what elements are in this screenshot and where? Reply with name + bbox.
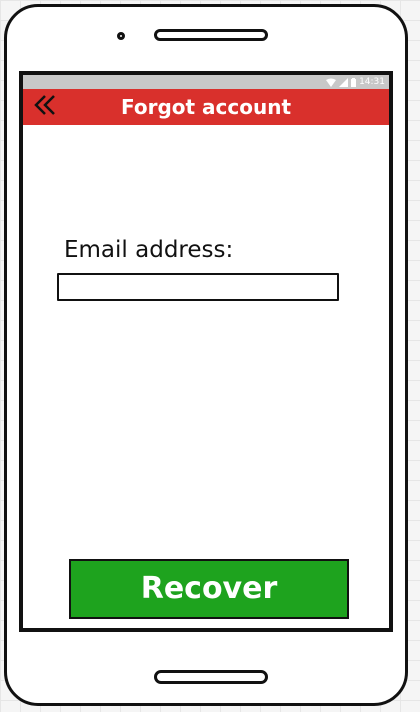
page-title: Forgot account [120,95,292,119]
phone-screen: 14:31 Forgot account Email address: Reco… [19,71,393,632]
status-bar: 14:31 [23,75,389,89]
camera-icon [117,32,125,40]
email-field[interactable] [57,273,339,301]
double-chevron-left-icon [33,94,57,120]
signal-icon [339,77,349,87]
wifi-icon [326,78,337,87]
battery-icon [351,77,357,87]
status-icons: 14:31 [326,76,385,88]
earpiece-speaker [154,29,268,41]
recover-button[interactable]: Recover [69,559,349,619]
status-time: 14:31 [359,77,385,87]
phone-frame: 14:31 Forgot account Email address: Reco… [4,4,408,706]
email-label: Email address: [64,237,234,263]
app-bar: Forgot account [23,89,389,125]
home-button[interactable] [154,670,268,684]
back-button[interactable] [29,91,61,123]
